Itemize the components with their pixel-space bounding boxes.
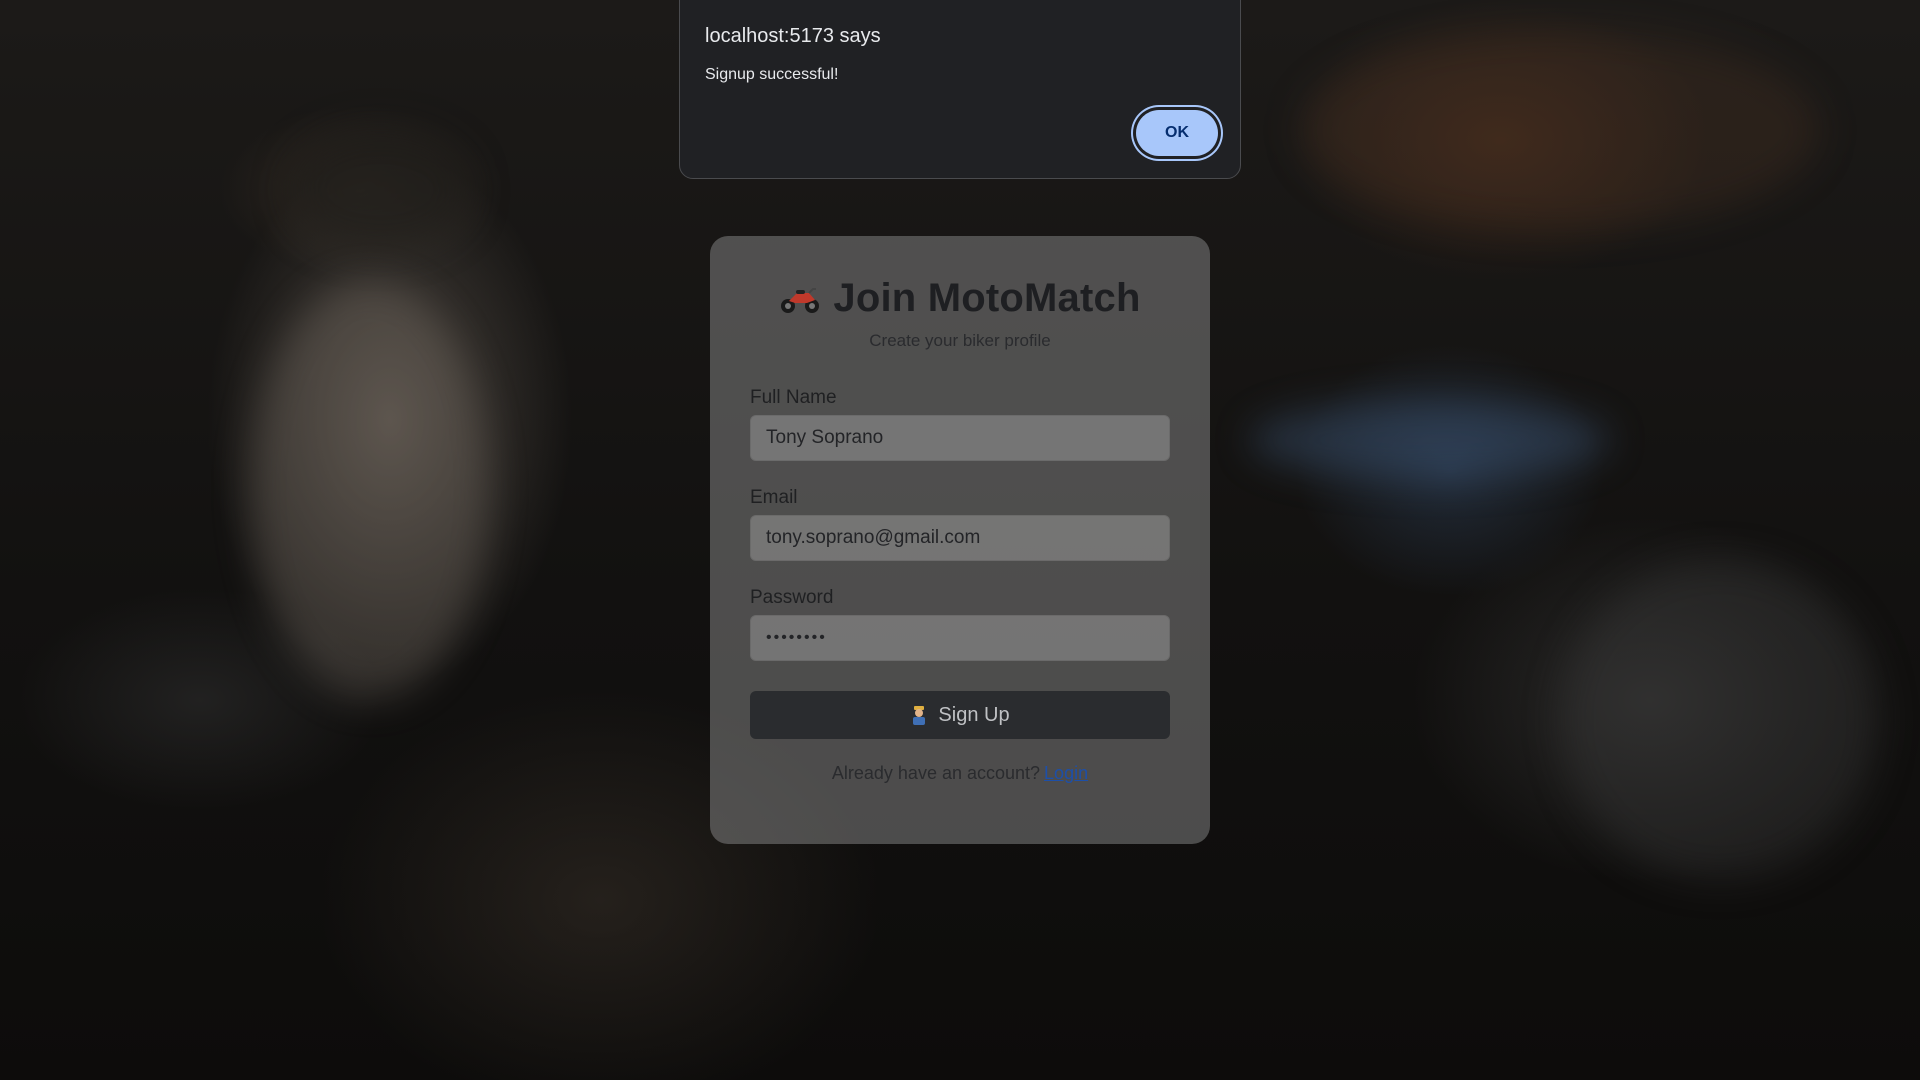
- email-value: tony.soprano@gmail.com: [766, 527, 981, 548]
- page-title: Join MotoMatch: [833, 276, 1141, 320]
- email-input[interactable]: tony.soprano@gmail.com: [750, 515, 1170, 561]
- full-name-input[interactable]: Tony Soprano: [750, 415, 1170, 461]
- mechanic-icon: [910, 705, 928, 725]
- dialog-message: Signup successful!: [705, 66, 839, 83]
- page-subtitle: Create your biker profile: [869, 331, 1051, 350]
- login-link[interactable]: Login: [1044, 763, 1088, 783]
- background-shelf: [1300, 30, 1820, 230]
- card-header: Join MotoMatch: [750, 276, 1170, 321]
- motorcycle-icon: [779, 283, 821, 315]
- login-prompt: Already have an account? Login: [750, 763, 1170, 784]
- background-bike-part: [1250, 400, 1610, 480]
- login-prompt-text: Already have an account?: [831, 763, 1041, 783]
- ok-button[interactable]: OK: [1136, 110, 1218, 156]
- password-input[interactable]: ••••••••: [750, 615, 1170, 661]
- signup-card: Join MotoMatch Create your biker profile…: [710, 236, 1210, 844]
- password-label: Password: [750, 587, 834, 608]
- alert-dialog: localhost:5173 says Signup successful! O…: [679, 0, 1241, 179]
- sign-up-button[interactable]: Sign Up: [750, 691, 1170, 739]
- sign-up-label: Sign Up: [938, 703, 1010, 726]
- background-cap: [290, 130, 470, 250]
- full-name-label: Full Name: [750, 387, 837, 408]
- background-figure: [250, 280, 490, 700]
- dialog-title: localhost:5173 says: [705, 25, 881, 47]
- email-label: Email: [750, 487, 798, 508]
- background-tire: [1560, 560, 1880, 880]
- full-name-value: Tony Soprano: [766, 427, 884, 448]
- password-value: ••••••••: [766, 629, 827, 646]
